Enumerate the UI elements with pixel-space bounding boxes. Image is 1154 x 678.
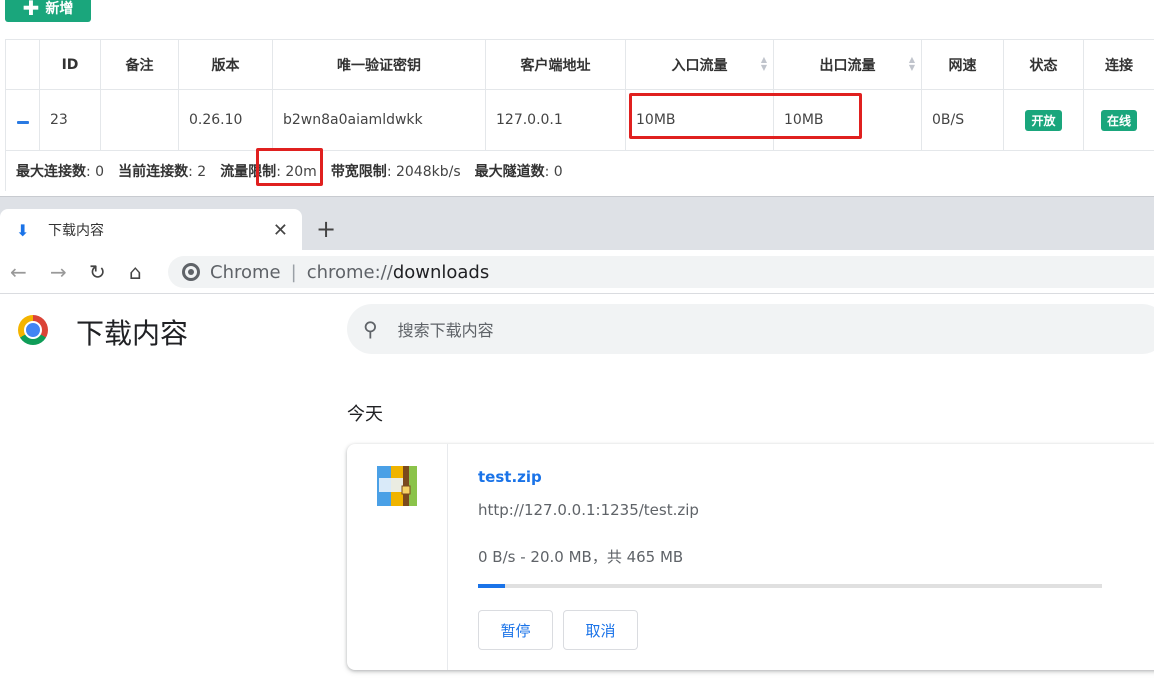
file-url: http://127.0.0.1:1235/test.zip [478, 501, 699, 519]
table-row: 23 0.26.10 b2wn8a0aiamldwkk 127.0.0.1 10… [5, 89, 1154, 151]
new-tab-button[interactable]: + [316, 215, 336, 243]
connection-badge: 在线 [1100, 109, 1137, 131]
tab-title: 下载内容 [48, 223, 104, 239]
search-placeholder: 搜索下载内容 [397, 321, 494, 340]
cell-id: 23 [39, 89, 101, 151]
cell-key: b2wn8a0aiamldwkk [272, 89, 486, 151]
client-detail-row: 最大连接数: 0 当前连接数: 2 流量限制: 20m 带宽限制: 2048kb… [5, 151, 1154, 191]
search-icon: ⚲ [363, 317, 378, 341]
sort-icon[interactable]: ▲ ▼ [909, 56, 915, 72]
cancel-button[interactable]: 取消 [563, 610, 638, 650]
download-progress-text: 0 B/s - 20.0 MB，共 465 MB [478, 548, 684, 566]
home-icon[interactable]: ⌂ [129, 260, 142, 284]
progress-bar [478, 584, 1102, 588]
client-table: ID 备注 版本 唯一验证密钥 客户端地址 入口流量 ▲ ▼ 出口流量 ▲ ▼ 网速… [5, 39, 1154, 151]
download-item-card: test.zip http://127.0.0.1:1235/test.zip … [347, 444, 1154, 670]
detail-max-tunnels: 最大隧道数: 0 [474, 164, 563, 180]
export-flow-label: 出口流量 [819, 57, 876, 74]
col-header-version[interactable]: 版本 [178, 39, 273, 90]
omnibox-separator: | [290, 261, 297, 283]
cell-export-flow: 10MB [773, 89, 922, 151]
col-header-inlet-flow[interactable]: 入口流量 ▲ ▼ [625, 39, 774, 90]
detail-bandwidth-limit: 带宽限制: 2048kb/s [330, 164, 461, 180]
card-divider [447, 444, 448, 670]
detail-current-connections: 当前连接数: 2 [118, 164, 207, 180]
cell-status: 开放 [1003, 89, 1084, 151]
download-icon: ⬇ [16, 220, 30, 240]
file-name-link[interactable]: test.zip [478, 468, 542, 486]
detail-flow-limit: 流量限制: 20m [220, 164, 317, 180]
page-title: 下载内容 [76, 317, 189, 350]
cell-inlet-flow: 10MB [625, 89, 774, 151]
reload-icon[interactable]: ↻ [89, 260, 106, 284]
col-header-key[interactable]: 唯一验证密钥 [272, 39, 486, 90]
back-icon[interactable]: ← [10, 260, 27, 284]
plus-icon: ✚ [22, 0, 40, 20]
forward-icon[interactable]: → [50, 260, 67, 284]
cell-remark [100, 89, 179, 151]
cell-version: 0.26.10 [178, 89, 273, 151]
detail-max-connections: 最大连接数: 0 [16, 164, 105, 180]
close-icon[interactable]: ✕ [273, 220, 288, 241]
date-section-header: 今天 [347, 404, 383, 425]
col-header-status[interactable]: 状态 [1003, 39, 1084, 90]
add-button-label: 新增 [45, 1, 74, 17]
search-input[interactable]: ⚲ 搜索下载内容 [347, 304, 1154, 354]
address-bar[interactable]: Chrome | chrome://downloads [168, 256, 1154, 288]
inlet-flow-label: 入口流量 [671, 57, 728, 74]
browser-toolbar: ← → ↻ ⌂ Chrome | chrome://downloads [0, 250, 1154, 294]
pause-button[interactable]: 暂停 [478, 610, 553, 650]
progress-bar-fill [478, 584, 505, 588]
omnibox-scheme: chrome:// [306, 261, 393, 283]
col-header-expand [5, 39, 40, 90]
omnibox-path: downloads [392, 261, 490, 283]
col-header-remark[interactable]: 备注 [100, 39, 179, 90]
col-header-speed[interactable]: 网速 [921, 39, 1004, 90]
tab-strip: ⬇ 下载内容 ✕ + [0, 196, 1154, 251]
cell-address: 127.0.0.1 [485, 89, 626, 151]
chrome-logo-icon [18, 315, 48, 345]
downloads-page: 下载内容 ⚲ 搜索下载内容 今天 test.zip http://127.0.0… [0, 294, 1154, 678]
table-header-row: ID 备注 版本 唯一验证密钥 客户端地址 入口流量 ▲ ▼ 出口流量 ▲ ▼ 网速… [5, 39, 1154, 90]
collapse-toggle[interactable] [5, 89, 40, 151]
status-badge: 开放 [1025, 109, 1062, 131]
browser-window: ⬇ 下载内容 ✕ + ← → ↻ ⌂ Chrome | chrome://dow… [0, 196, 1154, 678]
col-header-connection[interactable]: 连接 [1083, 39, 1154, 90]
omnibox-site: Chrome [210, 261, 281, 283]
tab-downloads[interactable]: ⬇ 下载内容 ✕ [0, 209, 302, 251]
sort-icon[interactable]: ▲ ▼ [761, 56, 767, 72]
col-header-export-flow[interactable]: 出口流量 ▲ ▼ [773, 39, 922, 90]
minus-icon[interactable] [16, 121, 29, 124]
chrome-site-icon [182, 263, 200, 281]
cell-speed: 0B/S [921, 89, 1004, 151]
add-button[interactable]: ✚ 新增 [5, 0, 91, 22]
col-header-address[interactable]: 客户端地址 [485, 39, 626, 90]
zip-file-icon [377, 466, 417, 506]
cell-connection: 在线 [1083, 89, 1154, 151]
col-header-id[interactable]: ID [39, 39, 101, 90]
